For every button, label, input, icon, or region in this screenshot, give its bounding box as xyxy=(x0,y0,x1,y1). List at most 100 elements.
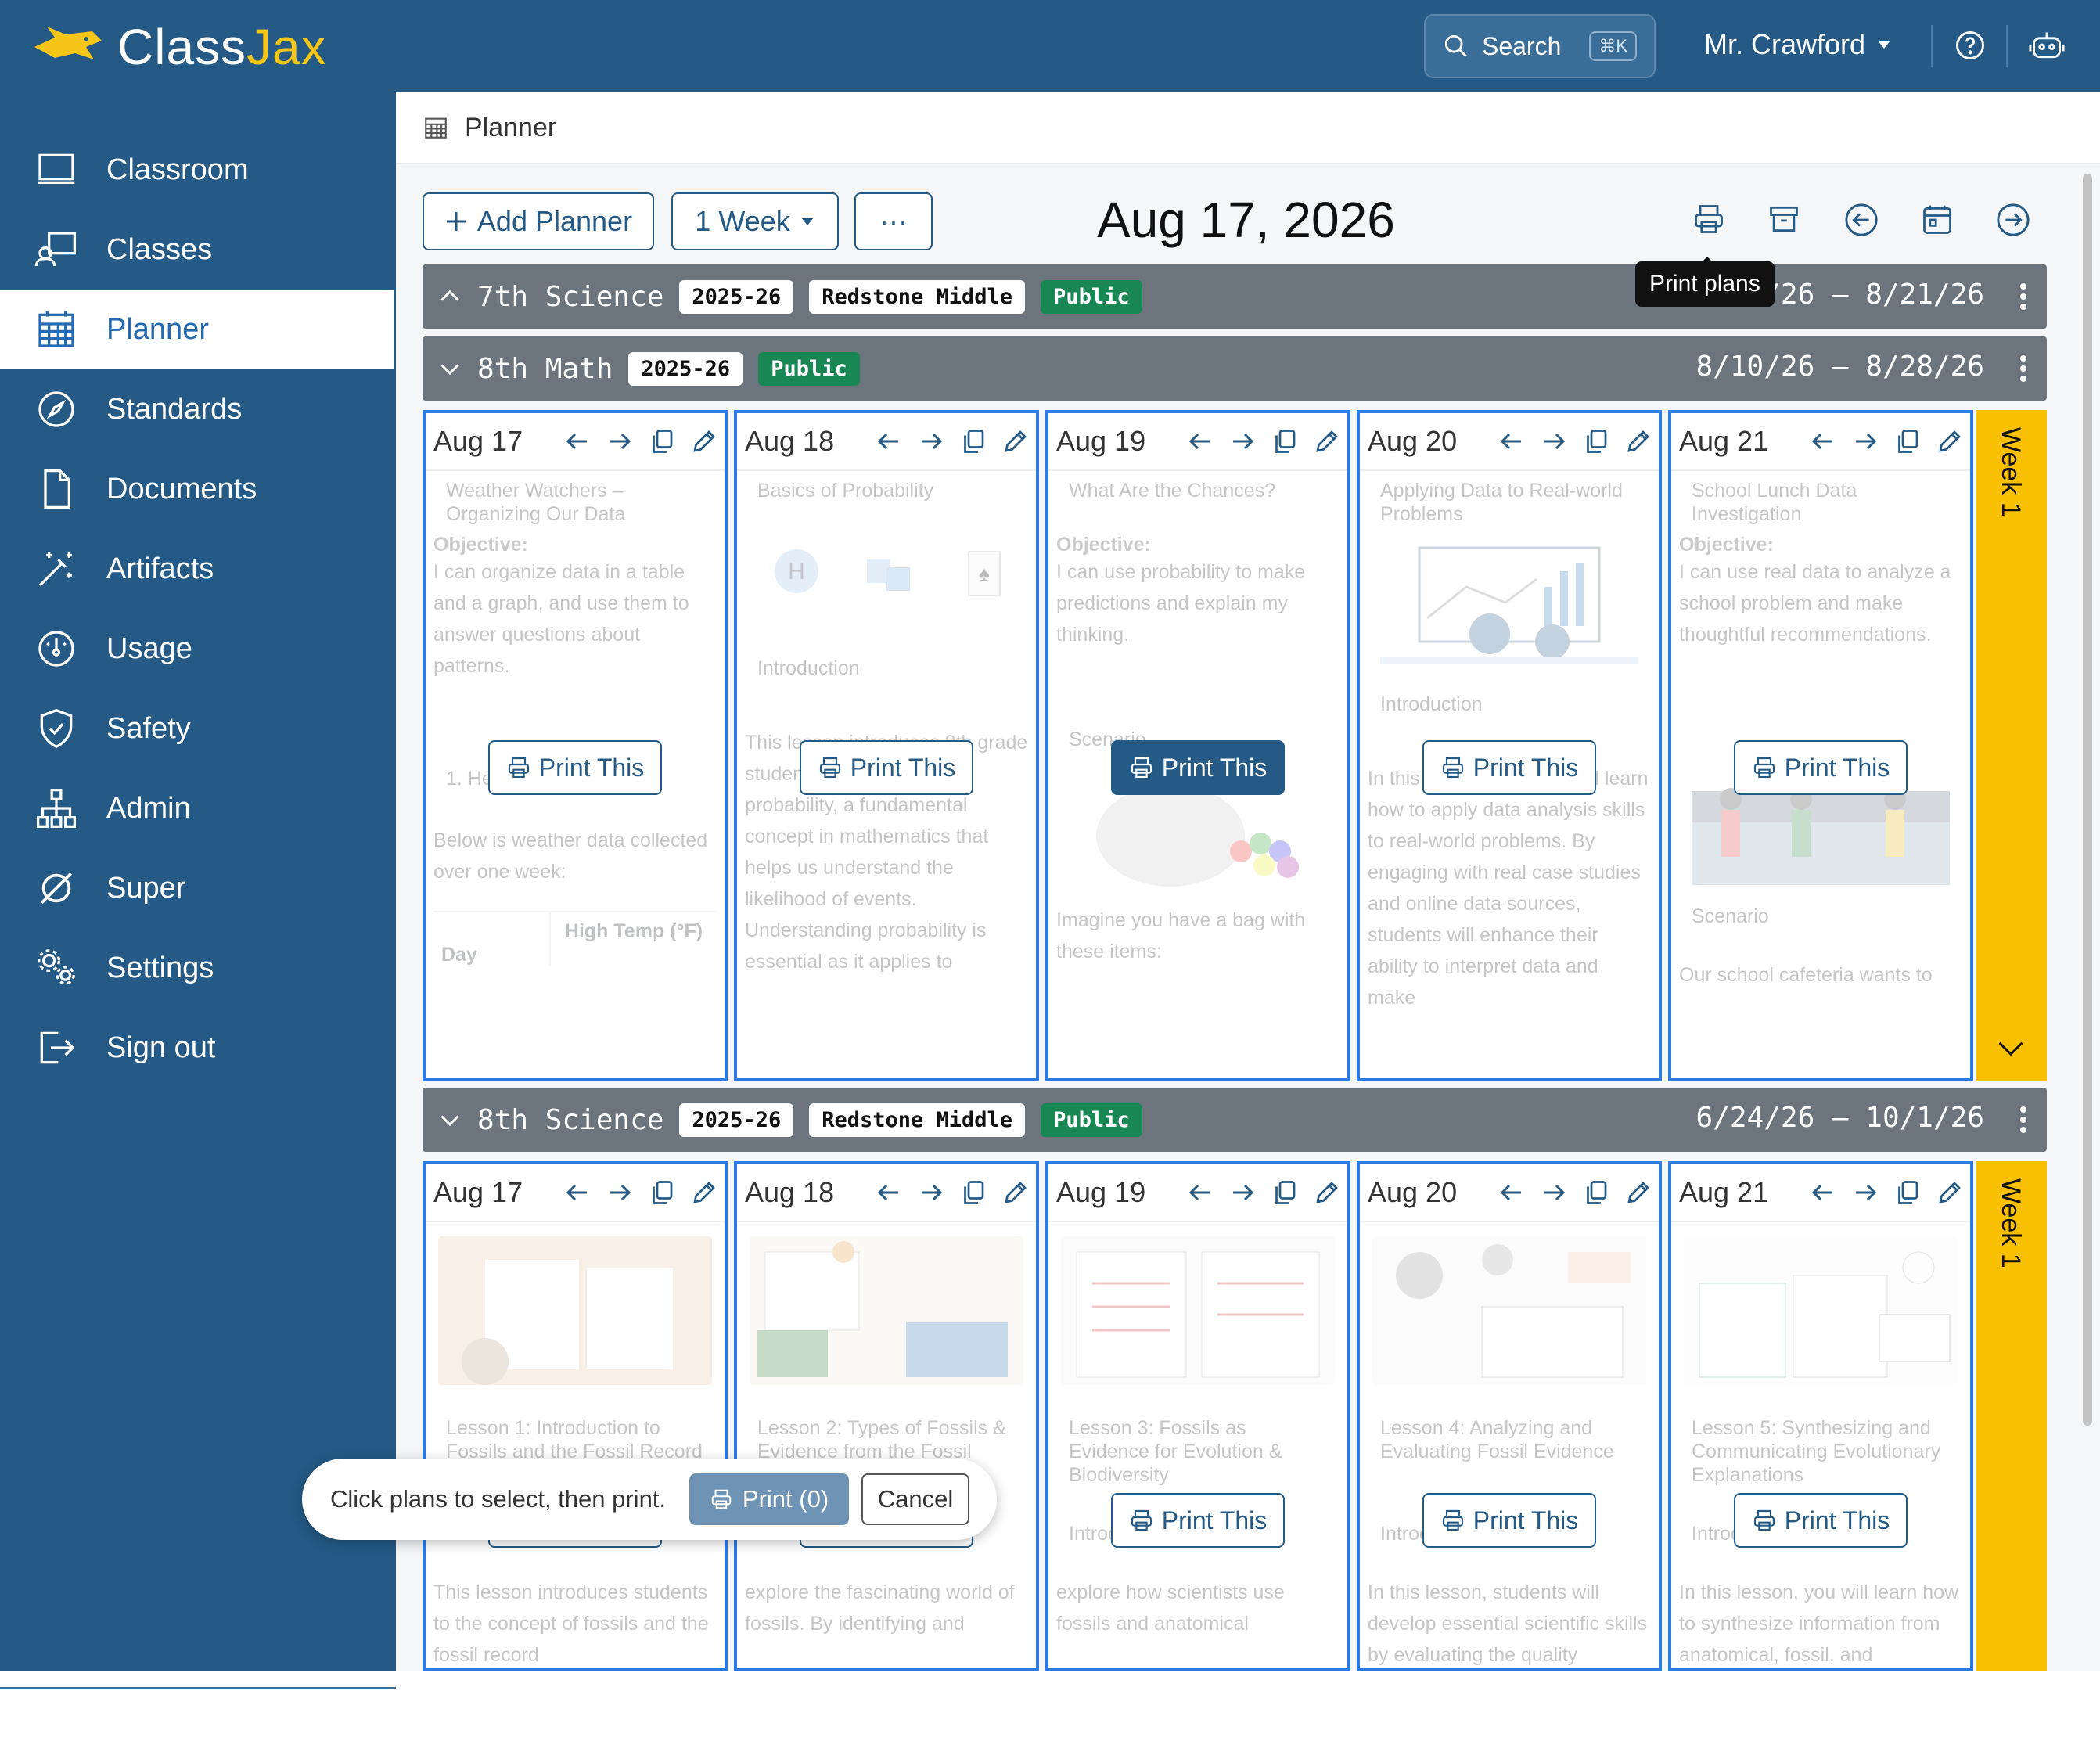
arrow-left-icon[interactable] xyxy=(1186,1178,1214,1207)
sidebar-item-settings[interactable]: Settings xyxy=(0,928,394,1008)
calendar-today-icon[interactable] xyxy=(1920,202,1954,238)
arrow-left-icon[interactable] xyxy=(563,1178,592,1207)
pencil-icon[interactable] xyxy=(1624,427,1652,455)
print-this-button[interactable]: Print This xyxy=(1734,740,1908,795)
print-this-button[interactable]: Print This xyxy=(800,740,973,795)
sidebar-item-usage[interactable]: Usage xyxy=(0,609,394,689)
printer-icon[interactable] xyxy=(1692,202,1726,236)
copy-icon[interactable] xyxy=(1582,427,1610,455)
sidebar-item-admin[interactable]: Admin xyxy=(0,768,394,848)
chevron-up-icon[interactable] xyxy=(438,285,462,308)
kebab-menu-icon[interactable] xyxy=(2019,352,2028,385)
copy-icon[interactable] xyxy=(1893,427,1922,455)
collapse-sidebar-chevron-icon[interactable] xyxy=(322,1708,354,1752)
print-this-button[interactable]: Print This xyxy=(1422,1493,1596,1548)
lesson-card-science-aug20[interactable]: Aug 20 Lesson 4: Analyzing and Evaluatin… xyxy=(1357,1161,1662,1671)
arrow-right-icon[interactable] xyxy=(1851,427,1879,455)
copy-icon[interactable] xyxy=(648,427,676,455)
copy-icon[interactable] xyxy=(959,1178,987,1207)
sidebar-item-safety[interactable]: Safety xyxy=(0,689,394,768)
lesson-card-math-aug18[interactable]: Aug 18 Basics of Probability H ♠ Introdu… xyxy=(734,410,1039,1081)
more-options-button[interactable]: ··· xyxy=(854,192,933,250)
print-this-button[interactable]: Print This xyxy=(1111,1493,1285,1548)
cancel-button[interactable]: Cancel xyxy=(861,1473,970,1525)
pencil-icon[interactable] xyxy=(1001,1178,1030,1207)
arrow-right-icon[interactable] xyxy=(1228,427,1257,455)
arrow-right-icon[interactable] xyxy=(1851,1178,1879,1207)
print-selected-button[interactable]: Print (0) xyxy=(689,1473,850,1525)
lesson-card-science-aug21[interactable]: Aug 21 Lesson 5: Synthesizing and Commun… xyxy=(1668,1161,1973,1671)
print-this-button[interactable]: Print This xyxy=(488,740,662,795)
arrow-right-icon[interactable] xyxy=(1540,1178,1568,1207)
pencil-icon[interactable] xyxy=(1313,427,1341,455)
robot-icon[interactable] xyxy=(2028,28,2066,63)
pencil-icon[interactable] xyxy=(1001,427,1030,455)
chevron-down-icon[interactable] xyxy=(1997,1039,2025,1058)
chevron-down-icon[interactable] xyxy=(438,357,462,380)
lesson-card-math-aug20[interactable]: Aug 20 Applying Data to Real-world Probl… xyxy=(1357,410,1662,1081)
copy-icon[interactable] xyxy=(1582,1178,1610,1207)
copy-icon[interactable] xyxy=(1893,1178,1922,1207)
arrow-left-icon[interactable] xyxy=(563,427,592,455)
pencil-icon[interactable] xyxy=(1936,1178,1964,1207)
archive-icon[interactable] xyxy=(1767,202,1801,236)
next-circle-icon[interactable] xyxy=(1995,202,2031,238)
pencil-icon[interactable] xyxy=(690,427,718,455)
arrow-left-icon[interactable] xyxy=(1498,427,1526,455)
arrow-right-icon[interactable] xyxy=(606,427,634,455)
arrow-right-icon[interactable] xyxy=(606,1178,634,1207)
arrow-left-icon[interactable] xyxy=(1498,1178,1526,1207)
sidebar-item-planner[interactable]: Planner xyxy=(0,290,394,369)
print-this-button[interactable]: Print This xyxy=(1734,1493,1908,1548)
help-circle-icon[interactable] xyxy=(1953,28,1987,63)
arrow-left-icon[interactable] xyxy=(875,1178,903,1207)
lesson-card-math-aug21[interactable]: Aug 21 School Lunch Data Investigation O… xyxy=(1668,410,1973,1081)
pencil-icon[interactable] xyxy=(690,1178,718,1207)
sidebar-item-classes[interactable]: Classes xyxy=(0,210,394,290)
brand-logo[interactable]: ClassJax xyxy=(31,19,327,75)
user-menu[interactable]: Mr. Crawford xyxy=(1704,28,1892,61)
pencil-icon[interactable] xyxy=(1313,1178,1341,1207)
range-dropdown[interactable]: 1 Week xyxy=(671,192,839,250)
lesson-card-math-aug19[interactable]: Aug 19 What Are the Chances? Objective: … xyxy=(1045,410,1350,1081)
lesson-card-science-aug17[interactable]: Aug 17 Lesson 1: Introduction to Fossils… xyxy=(423,1161,728,1671)
copy-icon[interactable] xyxy=(1271,427,1299,455)
arrow-right-icon[interactable] xyxy=(917,427,945,455)
planner-header-8th-science[interactable]: 8th Science 2025-26 Redstone Middle Publ… xyxy=(423,1088,2047,1152)
kebab-menu-icon[interactable] xyxy=(2019,1103,2028,1136)
search-button[interactable]: Search ⌘K xyxy=(1424,14,1656,78)
pencil-icon[interactable] xyxy=(1624,1178,1652,1207)
print-this-button[interactable]: Print This xyxy=(1422,740,1596,795)
arrow-left-icon[interactable] xyxy=(1186,427,1214,455)
planner-header-8th-math[interactable]: 8th Math 2025-26 Public 8/10/26 – 8/28/2… xyxy=(423,336,2047,401)
kebab-menu-icon[interactable] xyxy=(2019,280,2028,313)
previous-circle-icon[interactable] xyxy=(1843,202,1879,238)
arrow-left-icon[interactable] xyxy=(1809,427,1837,455)
print-this-button-selected[interactable]: Print This xyxy=(1111,740,1285,795)
arrow-left-icon[interactable] xyxy=(875,427,903,455)
copy-icon[interactable] xyxy=(648,1178,676,1207)
sidebar-item-documents[interactable]: Documents xyxy=(0,449,394,529)
copy-icon[interactable] xyxy=(959,427,987,455)
week-strip[interactable]: Week 1 xyxy=(1976,410,2047,1081)
lesson-card-science-aug18[interactable]: Aug 18 Lesson 2: Types of Fossils & Evid… xyxy=(734,1161,1039,1671)
week-strip[interactable]: Week 1 xyxy=(1976,1161,2047,1671)
arrow-left-icon[interactable] xyxy=(1809,1178,1837,1207)
vertical-scrollbar[interactable] xyxy=(2080,99,2095,1664)
sidebar-item-classroom[interactable]: Classroom xyxy=(0,130,394,210)
add-planner-button[interactable]: Add Planner xyxy=(423,192,654,250)
chevron-down-icon[interactable] xyxy=(438,1108,462,1131)
sidebar-item-standards[interactable]: Standards xyxy=(0,369,394,449)
planner-header-7th-science[interactable]: 7th Science 2025-26 Redstone Middle Publ… xyxy=(423,264,2047,329)
arrow-right-icon[interactable] xyxy=(1540,427,1568,455)
scrollbar-thumb[interactable] xyxy=(2083,174,2092,1426)
arrow-right-icon[interactable] xyxy=(917,1178,945,1207)
lesson-card-math-aug17[interactable]: Aug 17 Weather Watchers – Organizing Our… xyxy=(423,410,728,1081)
copy-icon[interactable] xyxy=(1271,1178,1299,1207)
lesson-card-science-aug19[interactable]: Aug 19 Lesson 3: Fossils as Evidence for… xyxy=(1045,1161,1350,1671)
arrow-right-icon[interactable] xyxy=(1228,1178,1257,1207)
sidebar-item-artifacts[interactable]: Artifacts xyxy=(0,529,394,609)
sidebar-item-super[interactable]: Super xyxy=(0,848,394,928)
pencil-icon[interactable] xyxy=(1936,427,1964,455)
sidebar-item-sign-out[interactable]: Sign out xyxy=(0,1008,394,1088)
